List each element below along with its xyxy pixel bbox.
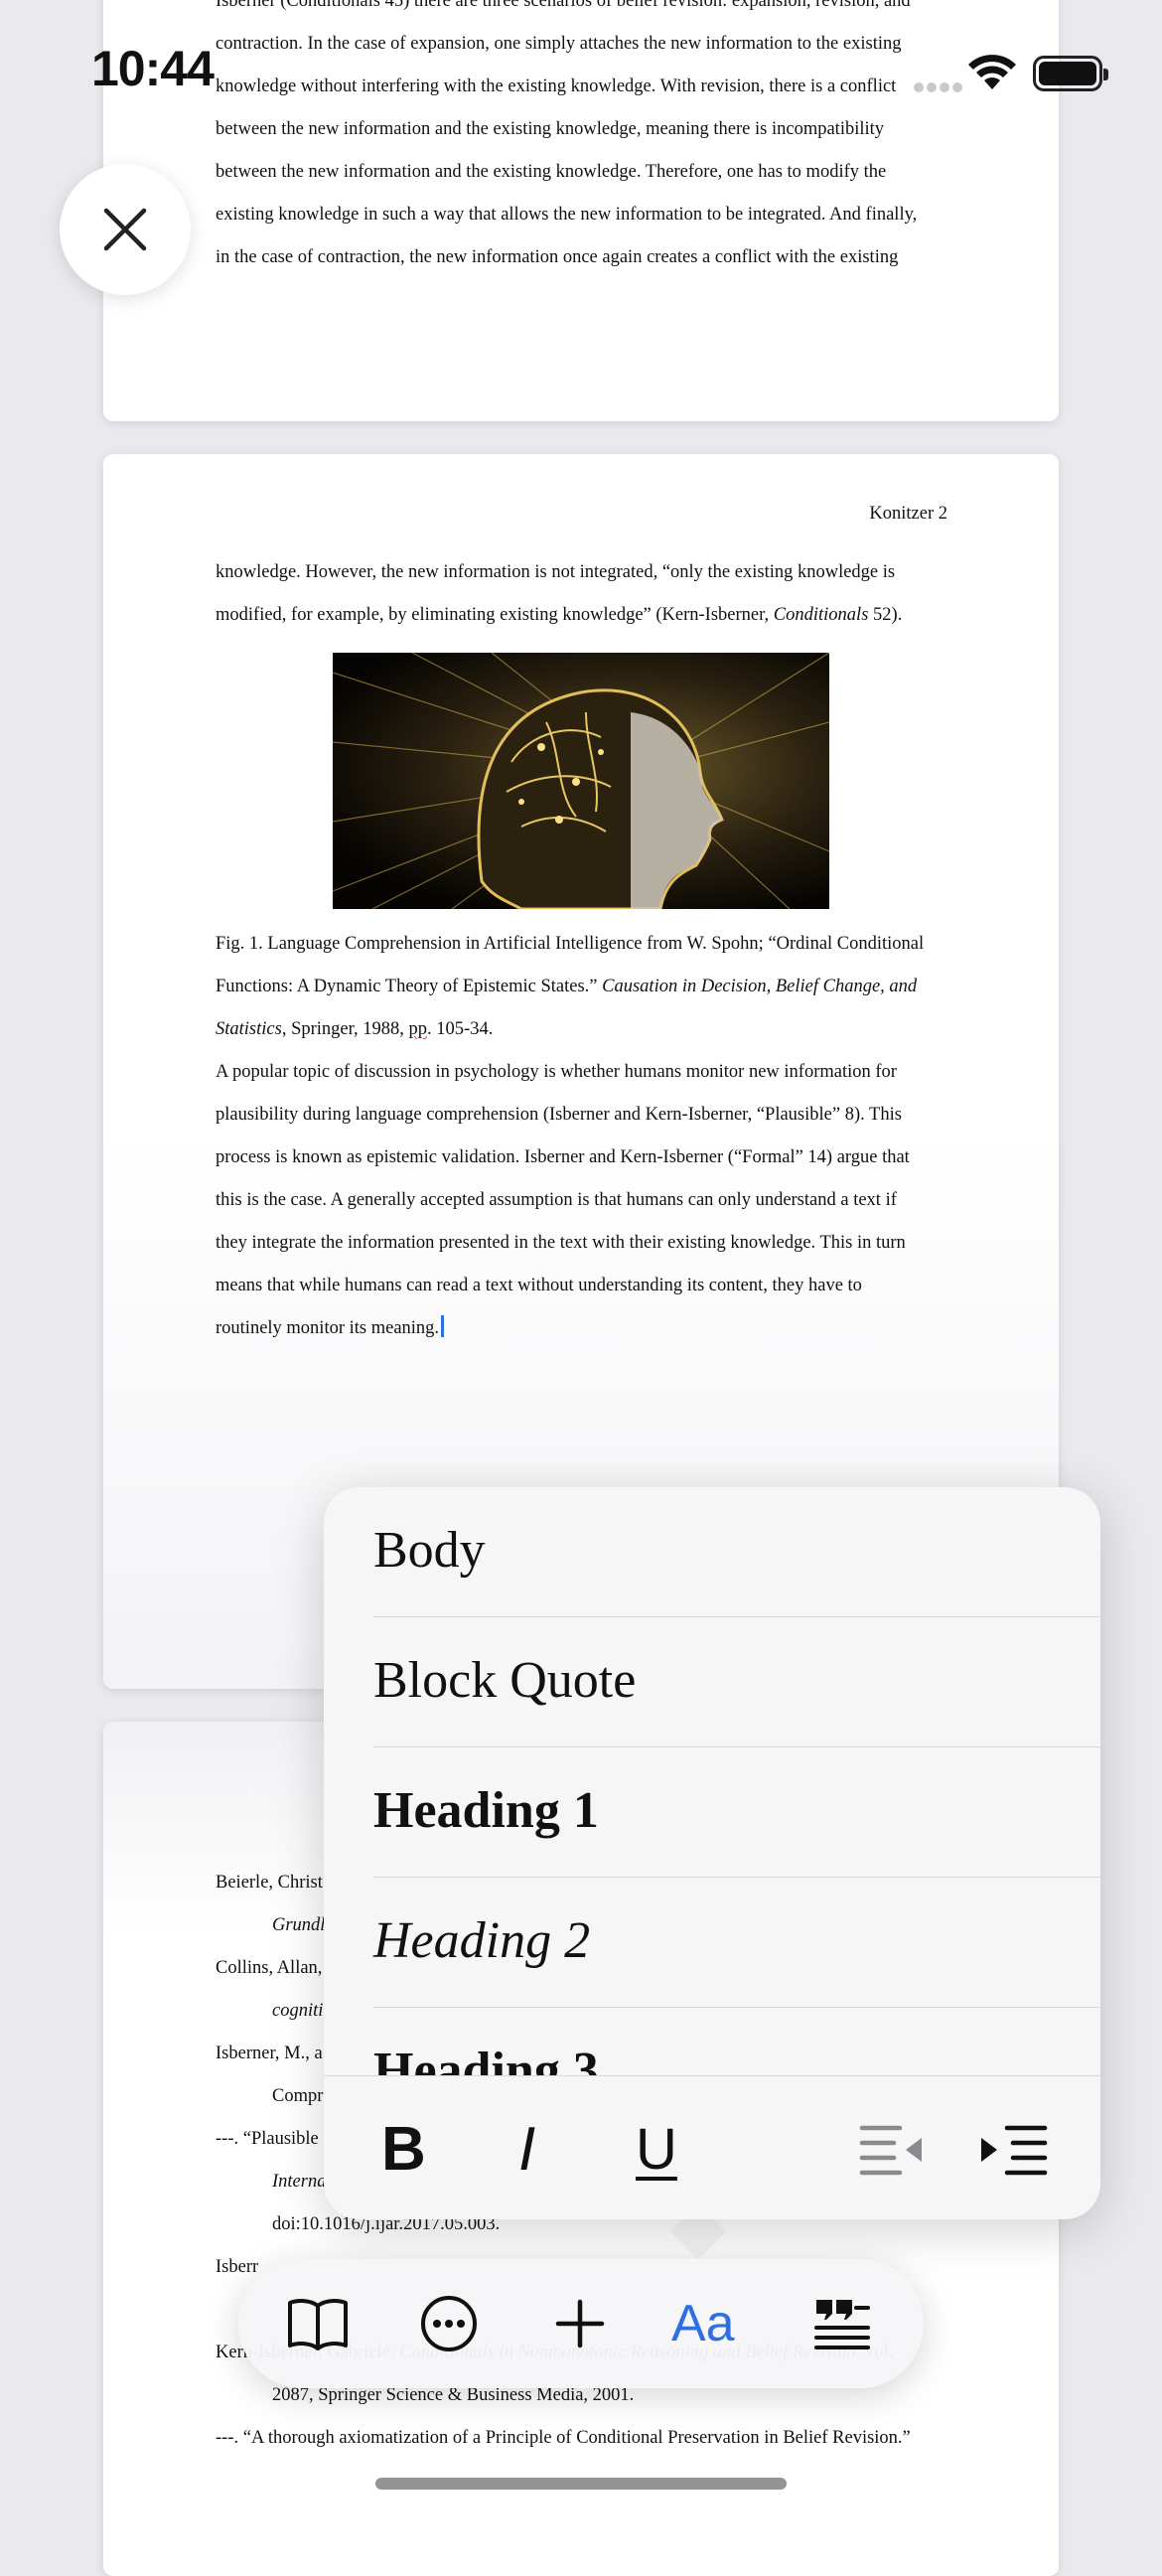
bold-button[interactable]: B [375, 2115, 445, 2186]
bold-label: B [381, 2115, 426, 2184]
italic-title: Causation in Decision, Belief Change, an… [602, 977, 918, 996]
style-option-heading-1[interactable]: Heading 1 [373, 1747, 1100, 1878]
italic-title: Conditionals [773, 605, 869, 625]
text-line: Isberner, M., a [216, 2033, 323, 2075]
text-line: Functions: A Dynamic Theory of Epistemic… [216, 966, 917, 1008]
style-option-label: Body [373, 1522, 486, 1579]
book-icon[interactable] [286, 2292, 350, 2355]
text-run: process is known as epistemic validation… [216, 1147, 910, 1167]
style-option-heading-3[interactable]: Heading 3 [373, 2008, 1100, 2075]
text-line: process is known as epistemic validation… [216, 1136, 910, 1179]
home-indicator [375, 2478, 787, 2490]
close-icon [103, 208, 147, 251]
bottom-toolbar: Aa [238, 2259, 924, 2388]
text-line: in the case of contraction, the new info… [216, 236, 898, 279]
text-line: Grundl [272, 1904, 325, 1947]
text-line: they integrate the information presented… [216, 1222, 906, 1265]
citation-text: ---. “A thorough axiomatization of a Pri… [216, 2428, 911, 2448]
underline-button[interactable]: U [622, 2116, 691, 2186]
text-run: Functions: A Dynamic Theory of Epistemic… [216, 977, 603, 996]
paragraph-style-popover: Body Block Quote Heading 1 Heading 2 Heading… [324, 1487, 1100, 2219]
text-run: knowledge. However, the new information … [216, 562, 896, 582]
text-line: Compr [272, 2075, 323, 2118]
text-line: Collins, Allan, [216, 1947, 322, 1990]
page-header: Konitzer 2 [869, 504, 947, 524]
text-line: between the new information and the exis… [216, 151, 886, 194]
citation-text: cogniti [272, 2001, 324, 2021]
style-option-label: Block Quote [373, 1652, 637, 1709]
citation-text: Isberner, M., a [216, 2044, 323, 2063]
text-line: ---. “Plausible [216, 2118, 319, 2161]
text-run: between the new information and the exis… [216, 162, 887, 182]
text-cursor [441, 1315, 445, 1337]
decrease-indent-icon[interactable] [858, 2116, 928, 2186]
status-time: 10:44 [91, 41, 215, 96]
battery-icon [1033, 56, 1108, 91]
text-run: existing knowledge in such a way that al… [216, 205, 918, 225]
text-line: ---. “A thorough axiomatization of a Pri… [216, 2417, 911, 2460]
citation-text: ---. “Plausible [216, 2129, 319, 2149]
text-line: Statistics, Springer, 1988, pp. 105-34. [216, 1008, 493, 1051]
style-option-label: Heading 1 [373, 1782, 599, 1839]
close-button[interactable] [60, 164, 191, 295]
more-icon[interactable] [417, 2292, 481, 2355]
ai-head-illustration [333, 653, 829, 909]
style-option-block-quote[interactable]: Block Quote [373, 1617, 1100, 1747]
citation-text: Beierle, Christ [216, 1873, 323, 1893]
citation-text: 2087, Springer Science & Business Media,… [272, 2385, 635, 2405]
figure-image[interactable] [333, 653, 829, 909]
italic-title: Statistics [216, 1019, 282, 1039]
text-run: . 105-34. [427, 1019, 494, 1039]
text-run: routinely monitor its meaning. [216, 1318, 440, 1338]
italic-button[interactable]: I [501, 2115, 570, 2186]
add-icon[interactable] [548, 2292, 612, 2355]
text-run: Fig. 1. Language Comprehension in Artifi… [216, 934, 925, 954]
text-run: 52). [868, 605, 903, 625]
style-option-label: Heading 3 [373, 2043, 599, 2075]
text-line: this is the case. A generally accepted a… [216, 1179, 897, 1222]
text-line: existing knowledge in such a way that al… [216, 194, 917, 236]
format-bar: B I U [324, 2075, 1100, 2219]
text-line: routinely monitor its meaning. [216, 1307, 445, 1350]
format-button[interactable]: Aa [671, 2292, 735, 2355]
text-run: , Springer, 1988, [281, 1019, 409, 1039]
wifi-icon [968, 55, 1016, 89]
text-line: knowledge. However, the new information … [216, 551, 895, 594]
citation-text: Isberr [216, 2257, 259, 2277]
text-run: means that while humans can read a text … [216, 1276, 862, 1295]
underline-label: U [636, 2117, 677, 2182]
insert-text-icon[interactable] [810, 2292, 874, 2355]
text-line: Interna [272, 2161, 326, 2203]
format-aa-label: Aa [671, 2295, 735, 2352]
text-line: A popular topic of discussion in psychol… [216, 1051, 897, 1094]
style-option-body[interactable]: Body [373, 1487, 1100, 1617]
status-bar: 10:44 [0, 0, 1162, 149]
style-option-heading-2[interactable]: Heading 2 [373, 1878, 1100, 2008]
increase-indent-icon[interactable] [979, 2116, 1049, 2186]
text-line: cogniti [272, 1990, 323, 2033]
text-run: plausibility during language comprehensi… [216, 1105, 902, 1125]
citation-text: Interna [272, 2172, 327, 2192]
text-line: modified, for example, by eliminating ex… [216, 594, 902, 637]
style-option-label: Heading 2 [373, 1912, 591, 1969]
italic-label: I [518, 2115, 536, 2184]
citation-text: Compr [272, 2086, 324, 2106]
text-line: means that while humans can read a text … [216, 1265, 862, 1307]
cellular-signal-icon [914, 79, 965, 97]
text-run: this is the case. A generally accepted a… [216, 1190, 897, 1210]
text-line: plausibility during language comprehensi… [216, 1094, 902, 1136]
text-run: in the case of contraction, the new info… [216, 247, 899, 267]
text-run: they integrate the information presented… [216, 1233, 906, 1253]
citation-text: Collins, Allan, [216, 1958, 323, 1978]
spelling-flag: pp [408, 1019, 428, 1039]
text-line: Fig. 1. Language Comprehension in Artifi… [216, 923, 924, 966]
text-run: modified, for example, by eliminating ex… [216, 605, 774, 625]
text-run: A popular topic of discussion in psychol… [216, 1062, 897, 1082]
text-line: Beierle, Christ [216, 1862, 323, 1904]
paragraph-style-list[interactable]: Body Block Quote Heading 1 Heading 2 Heading… [324, 1487, 1100, 2075]
citation-text: Grundl [272, 1915, 326, 1935]
